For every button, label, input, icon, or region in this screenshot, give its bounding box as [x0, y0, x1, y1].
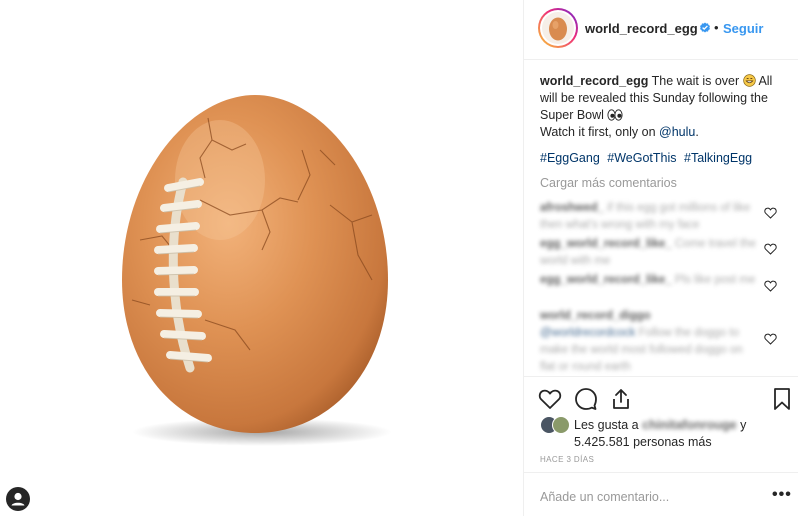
post-side-panel: world_record_egg • Seguir world_record_e… [524, 0, 798, 516]
avatar [552, 416, 570, 434]
caption-end: . [695, 125, 699, 139]
post-timestamp[interactable]: HACE 3 DÍAS [540, 455, 594, 464]
likes-count[interactable]: 5.425.581 personas más [574, 435, 712, 449]
comment-username[interactable]: world_record_diggo [540, 310, 651, 322]
hashtag-link[interactable]: #TalkingEgg [684, 151, 752, 165]
hashtag-list: #EggGang #WeGotThis #TalkingEgg [540, 151, 756, 165]
comment-like-heart-icon[interactable] [764, 243, 777, 255]
hashtag-link[interactable]: #WeGotThis [607, 151, 676, 165]
comment-item: egg_world_record_like_ Pls like post me [540, 272, 760, 289]
add-comment-section: ••• [524, 472, 798, 516]
caption-text-1: The wait is over [651, 74, 740, 88]
share-icon[interactable] [609, 387, 633, 411]
comment-item: afroshwed_ if this egg got millions of l… [540, 200, 760, 234]
comment-username[interactable]: afroshwed_ [540, 202, 604, 214]
comment-username[interactable]: egg_world_record_like_ [540, 238, 672, 250]
post-actions [524, 376, 798, 420]
separator-dot: • [714, 20, 719, 35]
comment-mention[interactable]: @worldrecordcock [540, 327, 635, 339]
comment-like-heart-icon[interactable] [764, 280, 777, 292]
add-comment-input[interactable] [540, 488, 740, 506]
post-image[interactable] [0, 0, 520, 516]
likes-prefix: Les gusta a [574, 418, 639, 432]
comment-username[interactable]: egg_world_record_like_ [540, 274, 672, 286]
avatar[interactable] [538, 8, 578, 48]
egg-football-illustration [122, 95, 392, 446]
caption-username[interactable]: world_record_egg [540, 74, 648, 88]
heart-icon[interactable] [538, 387, 562, 411]
liker-avatars[interactable] [540, 416, 570, 434]
eyes-icon [607, 109, 623, 121]
mention-link[interactable]: @hulu [659, 125, 695, 139]
liker-username[interactable]: chinitafonrouge [642, 418, 736, 432]
comment-text: Pls like post me [674, 274, 756, 286]
verified-badge-icon [700, 22, 710, 33]
comment-like-heart-icon[interactable] [764, 333, 777, 345]
grinning-face-icon [742, 74, 756, 87]
comment-bubble-icon[interactable] [574, 387, 598, 411]
user-profile-icon[interactable] [6, 487, 30, 511]
likes-joiner: y [740, 418, 747, 432]
post-author-username[interactable]: world_record_egg [585, 21, 698, 36]
post-caption: world_record_egg The wait is over All wi… [540, 73, 784, 141]
comment-like-heart-icon[interactable] [764, 207, 777, 219]
hashtag-link[interactable]: #EggGang [540, 151, 600, 165]
caption-text-3: Watch it first, only on [540, 125, 656, 139]
likes-text: Les gusta a chinitafonrouge y 5.425.581 … [574, 417, 784, 451]
comment-item: world_record_diggo @worldrecordcock Foll… [540, 308, 760, 376]
follow-button[interactable]: Seguir [723, 21, 763, 36]
load-more-comments-button[interactable]: Cargar más comentarios [540, 176, 677, 190]
more-options-icon[interactable]: ••• [772, 486, 792, 504]
post-header: world_record_egg • Seguir [524, 0, 798, 60]
comment-item: egg_world_record_like_ Come travel the w… [540, 236, 760, 270]
bookmark-icon[interactable] [770, 387, 794, 411]
